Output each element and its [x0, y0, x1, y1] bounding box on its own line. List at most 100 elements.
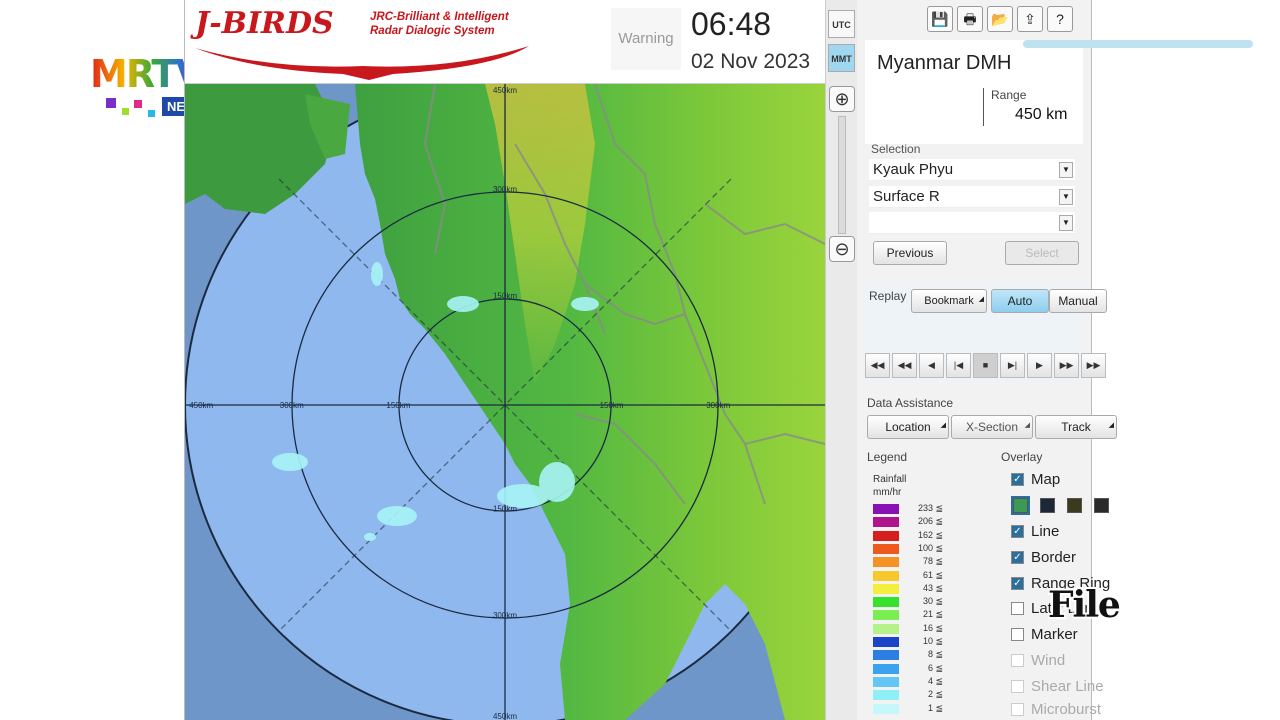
playback-button[interactable]: ▶▶: [1054, 353, 1079, 378]
bird-wing-icon: [195, 46, 529, 80]
map-style-swatch[interactable]: [1040, 498, 1055, 513]
legend-entry: 6 ≦: [873, 663, 993, 675]
product-select-value: Surface R: [873, 188, 940, 205]
map-style-swatch[interactable]: [1094, 498, 1109, 513]
legend-entry: 30 ≦: [873, 596, 993, 608]
third-select[interactable]: ▼: [869, 212, 1075, 234]
legend-swatch: [873, 650, 899, 661]
chevron-down-icon[interactable]: ▼: [1059, 215, 1073, 231]
playback-button[interactable]: ◀◀: [892, 353, 917, 378]
legend-value: 8 ≦: [927, 649, 943, 660]
legend-entry: 1 ≦: [873, 703, 993, 715]
replay-slider[interactable]: [1023, 40, 1253, 48]
overlay-item[interactable]: ✓ Border: [1007, 547, 1127, 569]
warning-indicator[interactable]: Warning: [611, 8, 681, 70]
export-icon[interactable]: ⇪: [1017, 6, 1043, 32]
help-icon[interactable]: ?: [1047, 6, 1073, 32]
legend-value: 30 ≦: [922, 596, 943, 607]
playback-button[interactable]: |◀: [946, 353, 971, 378]
range-ring-label: 300km: [493, 611, 517, 620]
chevron-down-icon[interactable]: ▼: [1059, 162, 1073, 178]
overlay-checkbox[interactable]: ✓: [1011, 551, 1024, 564]
open-folder-icon[interactable]: 📂: [987, 6, 1013, 32]
radar-map-canvas[interactable]: 450km 300km 150km 150km 300km 450km 300km 150km…: [185, 84, 825, 720]
legend-swatch: [873, 530, 899, 541]
overlay-label: Map: [1031, 471, 1061, 488]
legend-unit-line1: Rainfall: [873, 474, 907, 485]
legend-entry: 206 ≦: [873, 516, 993, 528]
legend-entry: 100 ≦: [873, 542, 993, 555]
legend-value: 43 ≦: [922, 582, 943, 593]
overlay-item[interactable]: Marker: [1007, 624, 1127, 646]
playback-button[interactable]: ◀◀: [865, 353, 890, 378]
legend-entry: 4 ≦: [873, 676, 993, 688]
map-style-swatch[interactable]: [1011, 496, 1030, 515]
site-select[interactable]: Kyauk Phyu ▼: [869, 159, 1075, 181]
chevron-down-icon[interactable]: ▼: [1059, 189, 1073, 205]
screen: MRTV NEWS J-BIRDS JRC-Brilliant & Intell…: [0, 0, 1280, 720]
legend-value: 100 ≦: [917, 542, 943, 553]
overlay-checkbox: [1011, 703, 1024, 716]
replay-label: Replay: [869, 289, 907, 303]
manual-button[interactable]: Manual: [1049, 289, 1107, 313]
brand-subtitle-line2: Radar Dialogic System: [370, 25, 495, 37]
overlay-label: Shear Line: [1031, 678, 1104, 695]
legend-swatch: [873, 703, 899, 714]
legend-swatch: [873, 543, 899, 554]
overlay-checkbox[interactable]: ✓: [1011, 525, 1024, 538]
track-button[interactable]: Track ◢: [1035, 415, 1117, 439]
site-select-value: Kyauk Phyu: [873, 161, 954, 178]
playback-button[interactable]: ▶▶: [1081, 353, 1106, 378]
zoom-slider[interactable]: [838, 116, 846, 234]
print-icon[interactable]: 🖶: [957, 6, 983, 32]
zoom-out-icon[interactable]: ⊖: [829, 236, 855, 262]
overlay-label: Marker: [1031, 626, 1078, 643]
overlay-label: Wind: [1031, 652, 1066, 669]
overlay-item[interactable]: ✓ Line: [1007, 521, 1127, 543]
mmt-button[interactable]: MMT: [828, 44, 855, 72]
zoom-in-icon[interactable]: ⊕: [829, 86, 855, 112]
brand-subtitle: JRC-Brilliant & Intelligent Radar Dialog…: [370, 10, 540, 38]
product-select[interactable]: Surface R ▼: [869, 186, 1075, 208]
overlay-checkbox[interactable]: ✓: [1011, 473, 1024, 486]
overlay-checkbox: [1011, 654, 1024, 667]
bookmark-button[interactable]: Bookmark ◢: [911, 289, 987, 313]
legend-swatch: [873, 623, 899, 634]
playback-button[interactable]: ■: [973, 353, 998, 378]
legend-entry: 78 ≦: [873, 556, 993, 568]
overlay-checkbox[interactable]: ✓: [1011, 577, 1024, 590]
jbirds-logo: J-BIRDS JRC-Brilliant & Intelligent Rada…: [195, 6, 529, 80]
timezone-zoom-column: UTC MMT ⊕ ⊖: [825, 0, 857, 720]
overlay-checkbox[interactable]: [1011, 602, 1024, 615]
legend-swatch: [873, 637, 899, 647]
range-ring-label: 300km: [493, 185, 517, 194]
data-assistance-label: Data Assistance: [867, 396, 954, 410]
playback-button[interactable]: ◀: [919, 353, 944, 378]
auto-button[interactable]: Auto: [991, 289, 1049, 313]
legend-title: Legend: [867, 450, 908, 464]
legend-swatch: [873, 570, 899, 581]
track-label: Track: [1061, 420, 1091, 434]
x-section-button[interactable]: X-Section ◢: [951, 415, 1033, 439]
overlay-checkbox[interactable]: [1011, 628, 1024, 641]
legend-entry: 61 ≦: [873, 570, 993, 582]
utc-button[interactable]: UTC: [828, 10, 855, 38]
legend-swatch: [873, 597, 899, 608]
overlay-item: Microburst: [1007, 699, 1127, 720]
select-button[interactable]: Select: [1005, 241, 1079, 265]
legend-value: 16 ≦: [922, 622, 943, 633]
radar-map[interactable]: 450km 300km 150km 150km 300km 450km 300km 150km…: [185, 84, 825, 720]
range-ring-label: 150km: [493, 291, 517, 300]
legend-swatch: [873, 610, 899, 621]
location-button[interactable]: Location ◢: [867, 415, 949, 439]
legend-entry: 43 ≦: [873, 582, 993, 595]
map-style-swatch[interactable]: [1067, 498, 1082, 513]
overlay-label: Microburst: [1031, 701, 1102, 718]
save-icon[interactable]: 💾: [927, 6, 953, 32]
overlay-item[interactable]: ✓ Map: [1007, 469, 1127, 491]
playback-button[interactable]: ▶: [1027, 353, 1052, 378]
range-ring-label: 450km: [493, 712, 517, 720]
playback-button[interactable]: ▶|: [1000, 353, 1025, 378]
previous-button[interactable]: Previous: [873, 241, 947, 265]
legend-entry: 162 ≦: [873, 530, 993, 542]
